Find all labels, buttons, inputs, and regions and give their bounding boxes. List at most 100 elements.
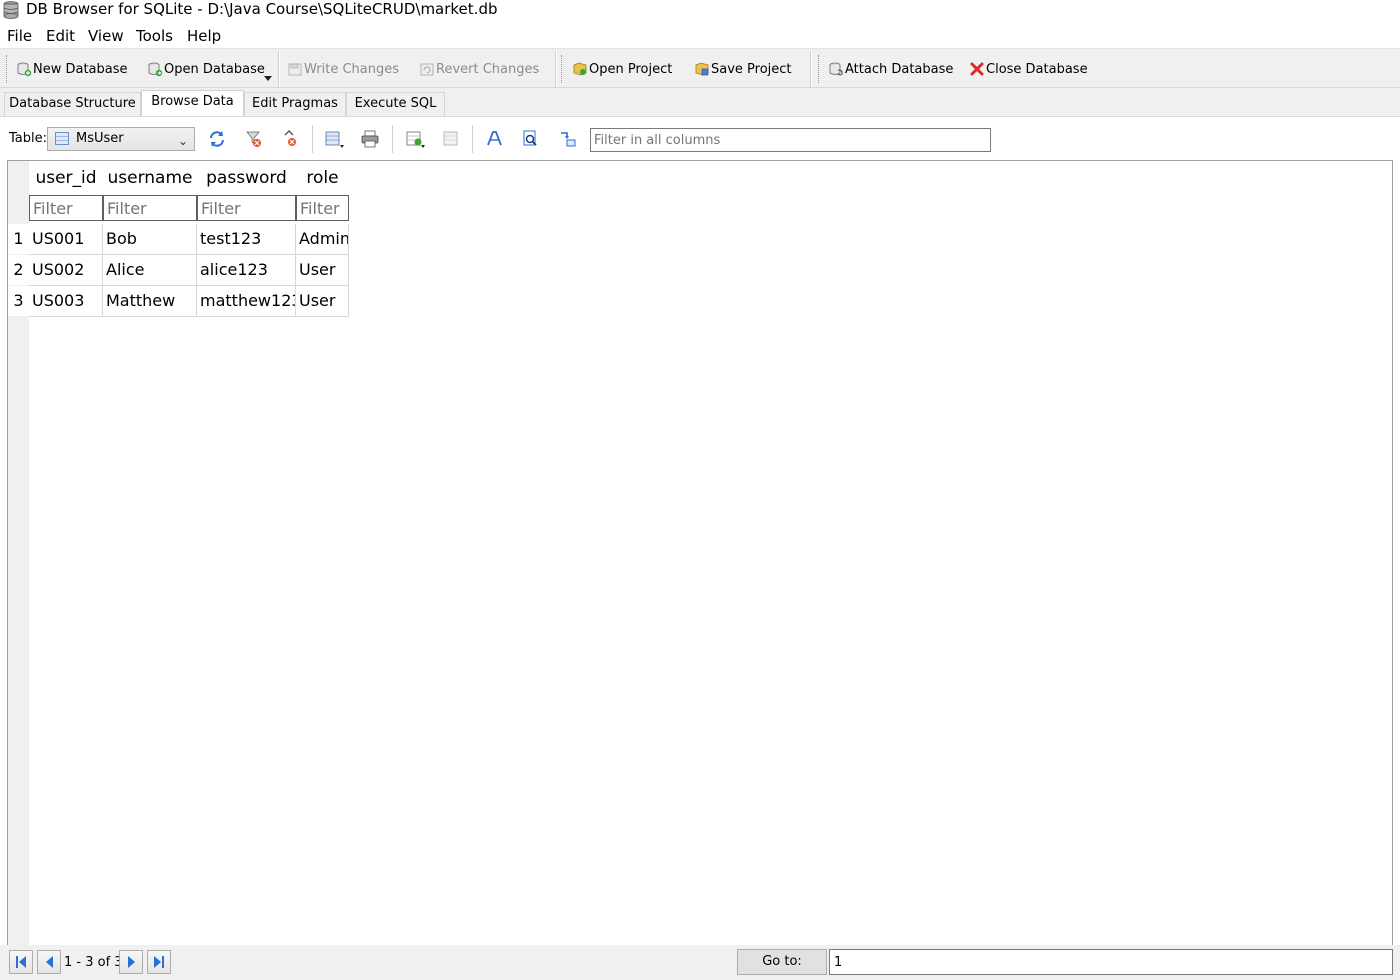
table-cell[interactable]: Matthew [103,286,197,317]
table-cell[interactable]: User [296,286,349,317]
table-cell[interactable]: Alice [103,255,197,286]
table-cell[interactable]: test123 [197,224,296,255]
first-record-button[interactable] [9,950,33,974]
menu-edit[interactable]: Edit [45,24,76,48]
delete-record-icon[interactable] [442,129,462,149]
close-icon [970,62,984,76]
tab-browse-data[interactable]: Browse Data [141,90,244,117]
clear-filters-icon[interactable] [244,129,264,149]
tab-edit-pragmas[interactable]: Edit Pragmas [244,92,346,116]
table-select-value: MsUser [76,131,124,146]
previous-page-icon [46,956,53,968]
toolbar-grip[interactable] [818,55,819,83]
main-toolbar: New Database Open Database Write Changes… [0,48,1400,88]
tab-bar: Database Structure Browse Data Edit Prag… [0,88,1400,117]
record-navigation-bar: 1 - 3 of 3 Go to: [0,945,1400,980]
open-project-label: Open Project [589,61,673,77]
filter-all-columns-input[interactable] [590,128,991,152]
print-icon[interactable] [360,129,380,149]
table-select[interactable]: MsUser ⌄ [47,127,195,151]
filter-password-input[interactable] [197,195,296,221]
close-database-label: Close Database [986,61,1088,77]
save-project-icon [695,62,709,76]
database-app-icon [3,1,19,19]
toolbar-separator [472,125,473,153]
write-changes-label: Write Changes [304,61,399,77]
write-changes-icon [288,63,302,76]
filter-role-input[interactable] [296,195,349,221]
go-to-button[interactable]: Go to: [737,949,827,975]
attach-database-icon [829,62,843,76]
toolbar-grip[interactable] [6,55,7,83]
table-label: Table: [9,131,47,146]
toolbar-separator [312,125,313,153]
window-title: DB Browser for SQLite - D:\Java Course\S… [26,0,498,18]
revert-changes-icon [420,63,434,76]
save-table-icon[interactable] [324,129,344,149]
open-database-label: Open Database [164,61,265,77]
new-database-icon [17,62,32,77]
find-replace-icon[interactable] [558,129,578,149]
close-database-button[interactable]: Close Database [969,59,1088,79]
revert-changes-button[interactable]: Revert Changes [419,59,539,79]
open-database-dropdown-icon[interactable] [264,76,272,82]
tab-execute-sql[interactable]: Execute SQL [346,92,445,116]
browse-data-panel: Table: MsUser ⌄ Filter in all columns us… [0,116,1400,980]
menu-tools[interactable]: Tools [135,24,174,48]
column-header-username[interactable]: username [103,161,197,195]
last-record-button[interactable] [147,950,171,974]
save-project-label: Save Project [711,61,792,77]
chevron-down-icon: ⌄ [177,134,188,148]
column-header-role[interactable]: role [296,161,349,195]
insert-record-icon[interactable] [405,129,425,149]
table-cell[interactable]: US002 [29,255,103,286]
go-to-record-input[interactable] [829,949,1393,975]
toolbar-grip[interactable] [561,55,562,83]
title-bar: DB Browser for SQLite - D:\Java Course\S… [0,0,1400,20]
new-database-button[interactable]: New Database [16,59,128,79]
table-cell[interactable]: US003 [29,286,103,317]
toolbar-separator [278,51,280,87]
menu-view[interactable]: View [87,24,125,48]
menu-bar: File Edit View Tools Help [0,24,1400,48]
new-database-label: New Database [33,61,128,77]
last-page-icon [154,956,164,968]
filter-user-id-input[interactable] [29,195,103,221]
write-changes-button[interactable]: Write Changes [287,59,399,79]
attach-database-label: Attach Database [845,61,954,77]
open-project-button[interactable]: Open Project [572,59,672,79]
attach-database-button[interactable]: Attach Database [828,59,953,79]
column-header-user-id[interactable]: user_id [29,161,103,195]
first-page-icon [16,956,26,968]
save-project-button[interactable]: Save Project [694,59,792,79]
filter-username-input[interactable] [103,195,197,221]
data-grid: user_id username password role 1 US001 B… [7,160,1393,946]
table-cell[interactable]: alice123 [197,255,296,286]
row-number[interactable]: 1 [8,224,29,254]
tab-database-structure[interactable]: Database Structure [4,92,141,116]
menu-help[interactable]: Help [186,24,222,48]
row-number[interactable]: 3 [8,286,29,316]
find-icon[interactable] [521,129,541,149]
record-count-status: 1 - 3 of 3 [64,955,123,970]
column-header-password[interactable]: password [197,161,296,195]
table-cell[interactable]: Bob [103,224,197,255]
open-project-icon [573,62,587,76]
table-cell[interactable]: matthew123 [197,286,296,317]
clear-sorting-icon[interactable] [281,129,301,149]
menu-file[interactable]: File [6,24,33,48]
table-icon [55,132,69,145]
next-page-icon [128,956,135,968]
open-database-icon [148,62,163,77]
next-record-button[interactable] [119,950,143,974]
refresh-icon[interactable] [207,129,227,149]
open-database-button[interactable]: Open Database [147,59,265,79]
previous-record-button[interactable] [37,950,61,974]
text-format-icon[interactable] [485,129,505,149]
table-cell[interactable]: Admin [296,224,349,255]
revert-changes-label: Revert Changes [436,61,540,77]
table-cell[interactable]: US001 [29,224,103,255]
toolbar-separator [810,51,812,87]
table-cell[interactable]: User [296,255,349,286]
row-number[interactable]: 2 [8,255,29,285]
